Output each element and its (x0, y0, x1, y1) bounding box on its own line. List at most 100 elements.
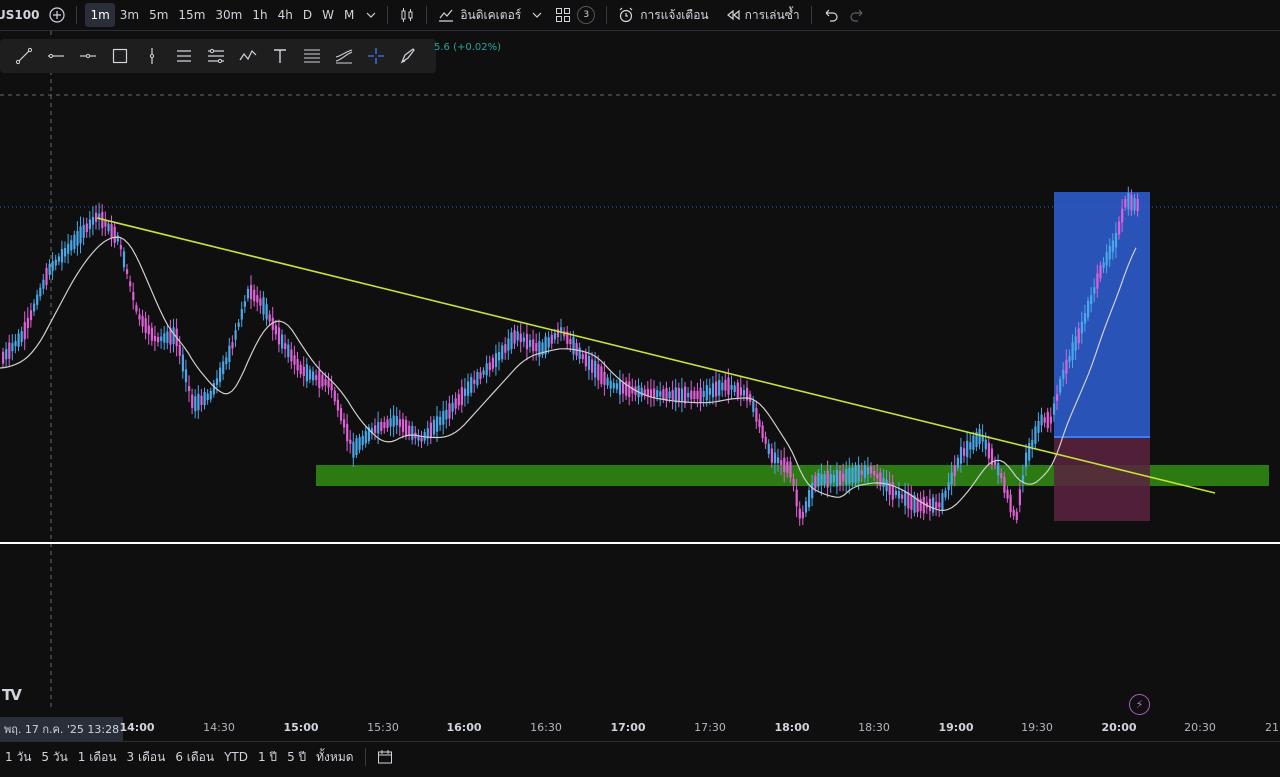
candle (302, 366, 305, 376)
candle (786, 461, 789, 473)
parallel-channel-icon[interactable] (168, 40, 200, 72)
range-1m[interactable]: 1 เดือน (73, 748, 122, 767)
candle (277, 327, 281, 345)
candle (839, 470, 842, 486)
time-tick-label: 15:30 (367, 721, 399, 734)
chart-type-button[interactable] (394, 0, 420, 30)
candle (739, 387, 742, 396)
timeframe-w[interactable]: W (317, 3, 339, 27)
candle (222, 361, 225, 374)
candle (1127, 193, 1130, 210)
candle (770, 448, 773, 463)
horizontal-ray-icon[interactable] (40, 40, 72, 72)
lightning-icon[interactable]: ⚡ (1129, 694, 1150, 715)
candle (116, 235, 119, 242)
candle (724, 379, 727, 391)
candle (845, 468, 848, 485)
range-6m[interactable]: 6 เดือน (170, 748, 219, 767)
candle (150, 327, 153, 341)
range-5d[interactable]: 5 วัน (36, 748, 72, 767)
candle (42, 279, 45, 289)
pitchfork-icon[interactable] (328, 40, 360, 72)
candle (932, 497, 935, 513)
candle (386, 419, 389, 429)
timeframe-30m[interactable]: 30m (210, 3, 247, 27)
candle (876, 474, 879, 479)
vertical-line-icon[interactable] (136, 40, 168, 72)
candle (708, 388, 711, 395)
layouts-button[interactable]: 3 (550, 0, 600, 30)
candle (343, 419, 346, 428)
candles-icon (401, 8, 413, 22)
candle (780, 460, 783, 465)
candle (225, 357, 228, 365)
candle (535, 343, 538, 352)
candle (721, 382, 724, 391)
candle (188, 386, 191, 392)
indicators-button[interactable]: อินดิเคเตอร์ (433, 0, 550, 30)
compare-symbol-button[interactable] (44, 0, 70, 30)
timeframe-m[interactable]: M (339, 3, 359, 27)
range-1d[interactable]: 1 วัน (0, 748, 36, 767)
candle (863, 465, 866, 479)
timeframe-3m[interactable]: 3m (115, 3, 144, 27)
replay-button[interactable]: การเล่นซ้ำ (720, 0, 805, 30)
candle (600, 366, 603, 385)
timeframe-4h[interactable]: 4h (273, 3, 298, 27)
candle (516, 331, 519, 341)
range-1y[interactable]: 1 ปี (253, 748, 282, 767)
fib-retracement-icon[interactable] (200, 40, 232, 72)
timeframe-5m[interactable]: 5m (144, 3, 173, 27)
candle (209, 390, 212, 400)
candle (488, 362, 491, 371)
price-chart[interactable] (0, 31, 1280, 711)
time-tick-label: 21 (1265, 721, 1279, 734)
pattern-icon[interactable] (232, 40, 264, 72)
candle (274, 325, 277, 335)
range-5y[interactable]: 5 ปี (282, 748, 311, 767)
undo-button[interactable] (818, 0, 844, 30)
range-ytd[interactable]: YTD (219, 750, 253, 764)
candle (854, 465, 857, 484)
timeframes: 1m 3m 5m 15m 30m 1h 4h D W M (83, 0, 381, 30)
alert-button[interactable]: การแจ้งเตือน (613, 0, 713, 30)
candle (944, 490, 947, 498)
timeframe-d[interactable]: D (298, 3, 317, 27)
redo-button[interactable] (844, 0, 870, 30)
crosshair-icon[interactable] (360, 40, 392, 72)
candle (653, 388, 656, 399)
symbol-search[interactable]: US100 (0, 0, 44, 30)
candle (153, 335, 157, 342)
candle (122, 251, 126, 268)
candle (857, 464, 860, 482)
date-range-button[interactable] (372, 749, 398, 765)
candle (479, 372, 482, 379)
time-axis[interactable]: พฤ. 17 ก.ค. '25 13:28 14:00 14:30 15:00 15:… (0, 712, 1280, 741)
time-tick-label: 14:00 (119, 721, 155, 734)
chevron-down-icon[interactable] (363, 7, 379, 23)
candle (792, 479, 795, 486)
rectangle-icon[interactable] (104, 40, 136, 72)
candle (513, 330, 516, 344)
candle (262, 297, 265, 315)
range-all[interactable]: ทั้งหมด (311, 748, 358, 767)
candle (308, 369, 312, 380)
brush-icon[interactable] (392, 40, 424, 72)
candle (699, 387, 702, 403)
candle (789, 461, 792, 478)
chevron-down-icon[interactable] (529, 7, 545, 23)
text-icon[interactable] (264, 40, 296, 72)
timeframe-15m[interactable]: 15m (173, 3, 210, 27)
timeframe-1m[interactable]: 1m (85, 3, 115, 27)
horizontal-line-icon[interactable] (72, 40, 104, 72)
candle (1136, 198, 1139, 212)
lines-icon[interactable] (296, 40, 328, 72)
tradingview-logo[interactable]: TV (2, 686, 22, 704)
range-3m[interactable]: 3 เดือน (122, 748, 171, 767)
trend-line-icon[interactable] (8, 40, 40, 72)
candle (95, 212, 98, 222)
candle (873, 471, 876, 476)
candle (374, 425, 377, 433)
redo-icon (850, 9, 863, 22)
timeframe-1h[interactable]: 1h (247, 3, 272, 27)
